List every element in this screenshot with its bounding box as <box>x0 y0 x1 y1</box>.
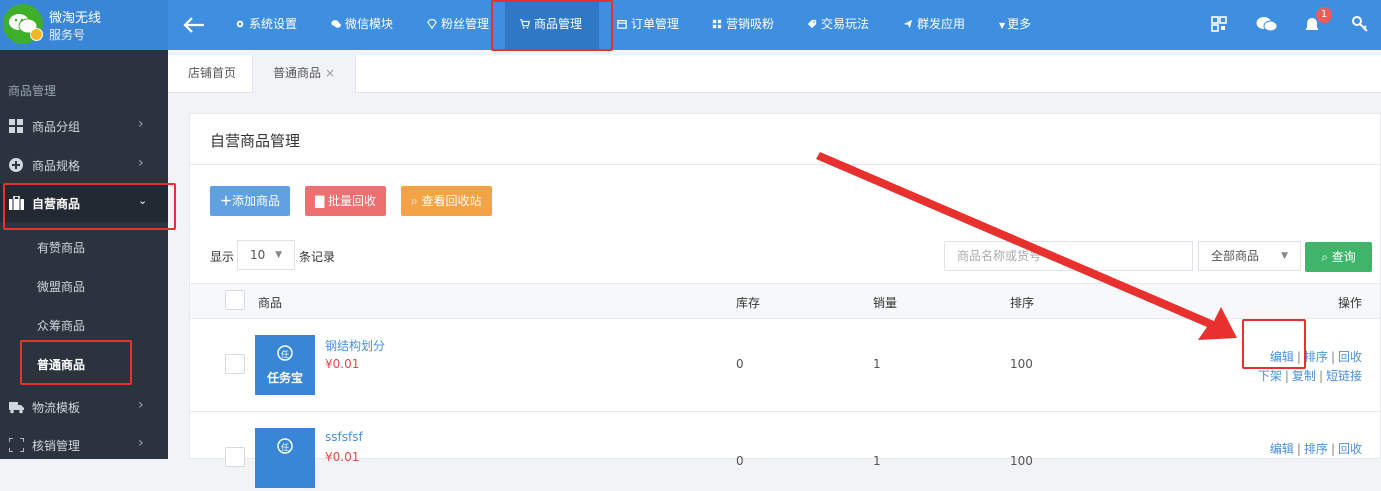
annotation-arrow-icon <box>816 152 1237 340</box>
